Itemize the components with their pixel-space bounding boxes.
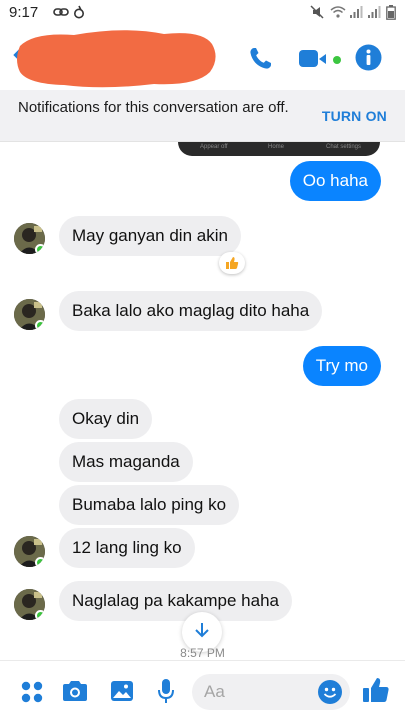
banner-text: Notifications for this conversation are … — [18, 99, 289, 116]
avatar[interactable] — [14, 589, 45, 620]
info-icon[interactable] — [355, 44, 382, 76]
message-input[interactable]: Aa — [192, 674, 350, 710]
message-bubble-sent[interactable]: Oo haha — [289, 161, 381, 201]
link-icon — [53, 5, 69, 24]
message-bubble-received[interactable]: Mas maganda — [59, 442, 193, 482]
thumbs-up-reaction-icon[interactable] — [219, 252, 245, 274]
online-status-dot — [35, 557, 45, 567]
more-actions-icon[interactable] — [21, 681, 43, 708]
turn-on-button[interactable]: TURN ON — [322, 108, 387, 124]
message-bubble-received[interactable]: 12 lang ling ko — [59, 528, 195, 568]
active-status-dot — [333, 56, 341, 64]
gallery-icon[interactable] — [110, 680, 134, 707]
message-composer: Aa — [0, 660, 405, 720]
message-bubble-received[interactable]: Okay din — [59, 399, 153, 439]
camera-icon[interactable] — [62, 680, 88, 707]
message-bubble-received[interactable]: Baka lalo ako maglag dito haha — [59, 291, 323, 331]
emoji-icon[interactable] — [318, 680, 342, 704]
signal-icon-1 — [349, 5, 363, 24]
avatar[interactable] — [14, 299, 45, 330]
online-status-dot — [35, 610, 45, 620]
avatar[interactable] — [14, 223, 45, 254]
online-status-dot — [35, 244, 45, 254]
signal-icon-2 — [367, 5, 381, 24]
message-timestamp: 8:57 PM — [180, 646, 225, 660]
strip-label: Chat settings — [326, 144, 362, 150]
like-send-icon[interactable] — [362, 676, 390, 709]
message-bubble-received[interactable]: Naglalag pa kakampe haha — [59, 581, 292, 621]
microphone-icon[interactable] — [157, 678, 175, 710]
message-bubble-received[interactable]: Bumaba lalo ping ko — [59, 485, 240, 525]
conversation-header — [0, 26, 405, 90]
status-bar: 9:17 — [0, 0, 405, 26]
strip-label: Home — [268, 144, 285, 150]
battery-icon — [386, 5, 396, 25]
video-call-icon[interactable] — [299, 49, 329, 74]
contact-name-redaction — [17, 30, 216, 88]
flame-icon — [73, 5, 85, 24]
chat-heads-menu-strip: Appear off Home Chat settings — [178, 142, 380, 156]
avatar[interactable] — [14, 536, 45, 567]
phone-call-icon[interactable] — [248, 46, 273, 76]
online-status-dot — [35, 320, 45, 330]
strip-label: Appear off — [200, 144, 228, 150]
message-bubble-received[interactable]: May ganyan din akin — [59, 216, 241, 256]
wifi-icon — [330, 5, 346, 24]
mute-icon — [310, 5, 324, 24]
arrow-down-icon — [194, 622, 210, 643]
message-input-placeholder: Aa — [204, 682, 225, 701]
notifications-off-banner: Notifications for this conversation are … — [0, 90, 405, 142]
status-time: 9:17 — [9, 4, 39, 21]
message-bubble-sent[interactable]: Try mo — [302, 346, 381, 386]
